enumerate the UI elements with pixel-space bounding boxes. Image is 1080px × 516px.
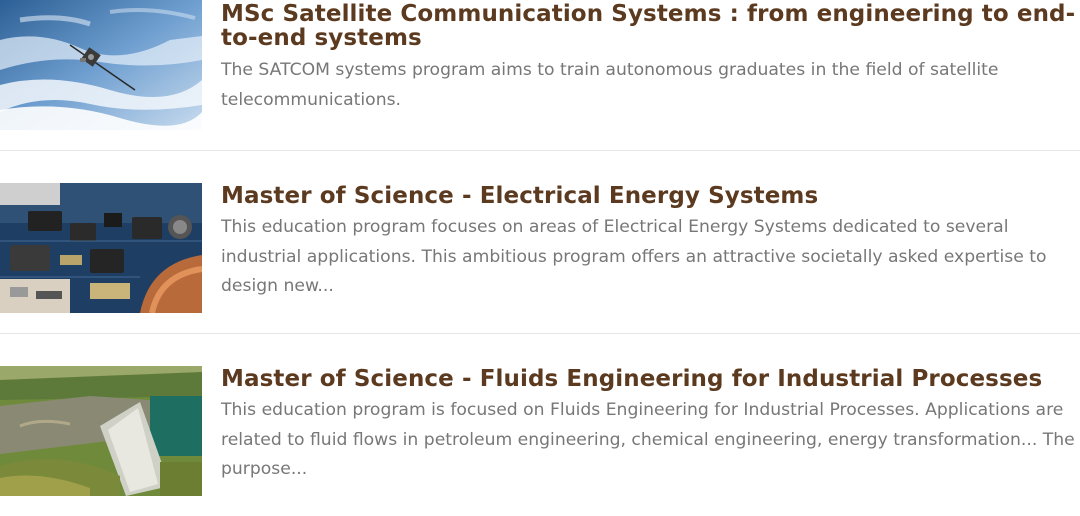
circuit-board-image	[0, 183, 202, 313]
divider	[0, 333, 1080, 334]
program-title[interactable]: MSc Satellite Communication Systems : fr…	[221, 2, 1079, 50]
program-title[interactable]: Master of Science - Electrical Energy Sy…	[221, 184, 1079, 208]
dam-spillway-image	[0, 366, 202, 496]
program-description: This education program focuses on areas …	[221, 217, 1047, 296]
program-title[interactable]: Master of Science - Fluids Engineering f…	[221, 367, 1079, 391]
divider	[0, 150, 1080, 151]
program-body: Master of Science - Electrical Energy Sy…	[221, 184, 1079, 302]
program-thumbnail-dam[interactable]	[0, 366, 202, 496]
program-thumbnail-circuit[interactable]	[0, 183, 202, 313]
program-thumbnail-satellite[interactable]	[0, 0, 202, 130]
satellite-image	[0, 0, 202, 130]
program-body: Master of Science - Fluids Engineering f…	[221, 367, 1079, 485]
program-description: This education program is focused on Flu…	[221, 400, 1075, 479]
program-description: The SATCOM systems program aims to train…	[221, 60, 999, 110]
program-body: MSc Satellite Communication Systems : fr…	[221, 2, 1079, 115]
